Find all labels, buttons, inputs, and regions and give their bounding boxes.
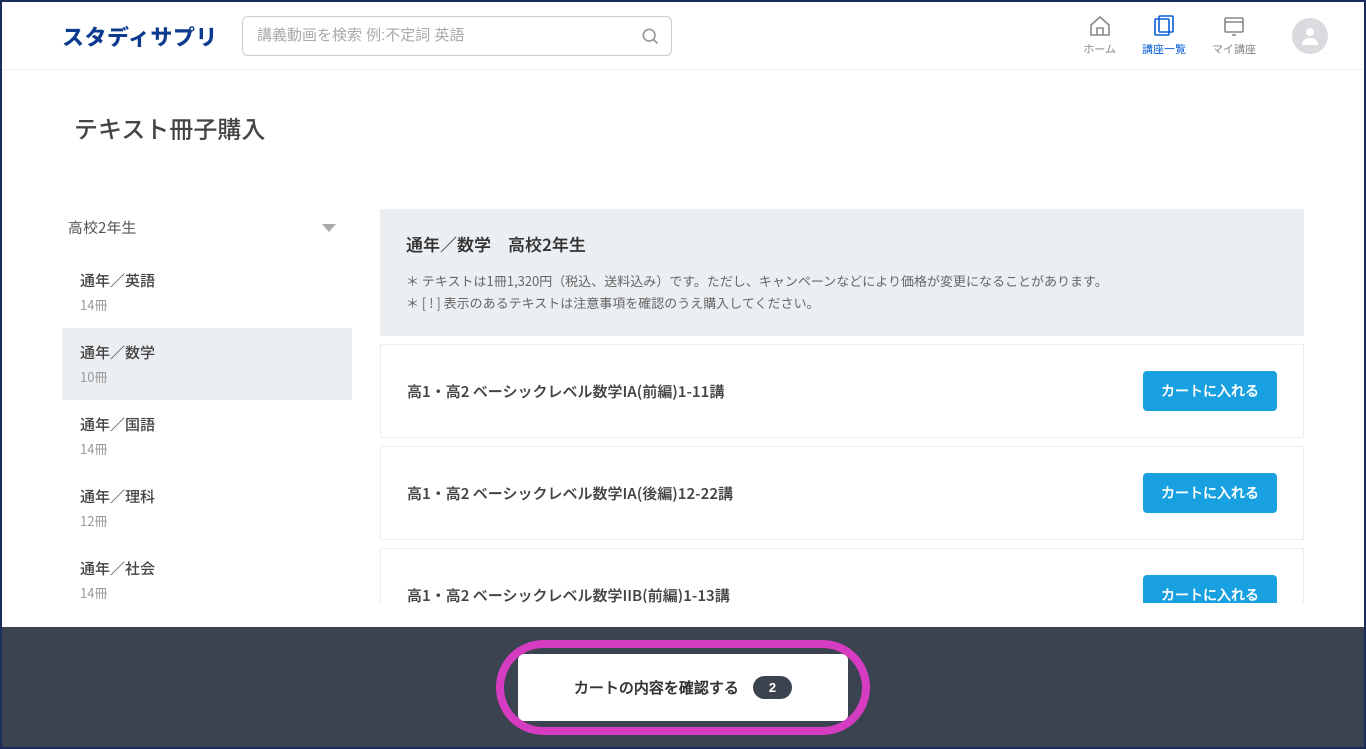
- sidebar-item-science[interactable]: 通年／理科 12冊: [62, 472, 352, 544]
- sidebar-item-count: 12冊: [80, 511, 334, 530]
- nav-right: ホーム 講座一覧 マイ講座: [1083, 14, 1328, 57]
- sidebar-item-count: 14冊: [80, 439, 334, 458]
- nav-courses-label: 講座一覧: [1142, 41, 1186, 57]
- sidebar-item-count: 14冊: [80, 583, 334, 602]
- sidebar-item-count: 14冊: [80, 295, 334, 314]
- sidebar-item-count: 10冊: [80, 367, 334, 386]
- book-title: 高1・高2 ベーシックレベル数学IA(前編)1-11講: [407, 381, 724, 402]
- content: 高校2年生 通年／英語 14冊 通年／数学 10冊 通年／国語 14冊 通年／理…: [2, 173, 1364, 603]
- book-row: 高1・高2 ベーシックレベル数学IA(前編)1-11講 カートに入れる: [380, 344, 1304, 438]
- grade-label: 高校2年生: [68, 217, 136, 238]
- add-to-cart-button[interactable]: カートに入れる: [1143, 575, 1277, 603]
- grade-select[interactable]: 高校2年生: [62, 209, 352, 256]
- footer-bar: カートの内容を確認する 2: [2, 627, 1364, 747]
- home-icon: [1088, 14, 1112, 38]
- sidebar-item-label: 通年／国語: [80, 414, 334, 435]
- search-wrap: [242, 16, 672, 56]
- nav-mycourse-label: マイ講座: [1212, 41, 1256, 57]
- logo: スタディサプリ: [62, 20, 218, 52]
- book-row: 高1・高2 ベーシックレベル数学IIB(前編)1-13講 カートに入れる: [380, 548, 1304, 603]
- add-to-cart-button[interactable]: カートに入れる: [1143, 371, 1277, 411]
- sidebar-item-english[interactable]: 通年／英語 14冊: [62, 256, 352, 328]
- sidebar-item-label: 通年／数学: [80, 342, 334, 363]
- category-note-1: ＊ テキストは1冊1,320円（税込、送料込み）です。ただし、キャンペーンなどに…: [406, 270, 1278, 292]
- sidebar-item-math[interactable]: 通年／数学 10冊: [62, 328, 352, 400]
- sidebar-item-label: 通年／英語: [80, 270, 334, 291]
- category-note-2: ＊ [ ! ] 表示のあるテキストは注意事項を確認のうえ購入してください。: [406, 292, 1278, 314]
- avatar[interactable]: [1292, 18, 1328, 54]
- book-title: 高1・高2 ベーシックレベル数学IIB(前編)1-13講: [407, 585, 730, 603]
- cart-button-wrap: カートの内容を確認する 2: [518, 654, 848, 721]
- book-title: 高1・高2 ベーシックレベル数学IA(後編)12-22講: [407, 483, 733, 504]
- view-cart-button[interactable]: カートの内容を確認する 2: [518, 654, 848, 721]
- nav-home[interactable]: ホーム: [1083, 14, 1116, 57]
- view-cart-label: カートの内容を確認する: [574, 677, 739, 698]
- nav-courses[interactable]: 講座一覧: [1142, 14, 1186, 57]
- category-header: 通年／数学 高校2年生 ＊ テキストは1冊1,320円（税込、送料込み）です。た…: [380, 209, 1304, 336]
- add-to-cart-button[interactable]: カートに入れる: [1143, 473, 1277, 513]
- chevron-down-icon: [322, 224, 336, 232]
- cart-count-badge: 2: [753, 676, 792, 699]
- book-row: 高1・高2 ベーシックレベル数学IA(後編)12-22講 カートに入れる: [380, 446, 1304, 540]
- sidebar-item-label: 通年／理科: [80, 486, 334, 507]
- category-title: 通年／数学 高校2年生: [406, 231, 1278, 256]
- sidebar-item-japanese[interactable]: 通年／国語 14冊: [62, 400, 352, 472]
- main: 通年／数学 高校2年生 ＊ テキストは1冊1,320円（税込、送料込み）です。た…: [380, 209, 1304, 603]
- courses-icon: [1152, 14, 1176, 38]
- sidebar-item-label: 通年／社会: [80, 558, 334, 579]
- page-title: テキスト冊子購入: [2, 70, 1364, 173]
- nav-mycourse[interactable]: マイ講座: [1212, 14, 1256, 57]
- sidebar-item-social[interactable]: 通年／社会 14冊: [62, 544, 352, 603]
- sidebar: 高校2年生 通年／英語 14冊 通年／数学 10冊 通年／国語 14冊 通年／理…: [62, 209, 352, 603]
- nav-home-label: ホーム: [1083, 41, 1116, 57]
- search-input[interactable]: [242, 16, 672, 56]
- mycourse-icon: [1222, 14, 1246, 38]
- header: スタディサプリ ホーム 講座一覧 マイ講座: [2, 2, 1364, 70]
- user-icon: [1298, 24, 1322, 48]
- search-icon: [640, 26, 660, 46]
